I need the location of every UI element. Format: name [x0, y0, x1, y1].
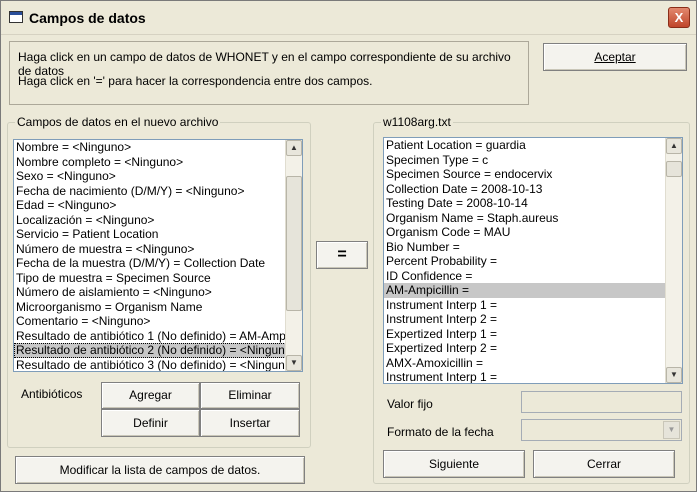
list-item[interactable]: Instrument Interp 1 = [384, 298, 682, 313]
campos-de-datos-dialog: Campos de datos X Haga click en un campo… [0, 0, 697, 492]
list-item[interactable]: Specimen Type = c [384, 153, 682, 168]
window-icon [9, 11, 23, 23]
delete-button[interactable]: Eliminar [200, 382, 300, 409]
list-item[interactable]: Nombre = <Ninguno> [14, 140, 302, 155]
list-item[interactable]: Servicio = Patient Location [14, 227, 302, 242]
add-button[interactable]: Agregar [101, 382, 200, 409]
close-window-button[interactable]: X [668, 7, 690, 28]
list-item[interactable]: Organism Code = MAU [384, 225, 682, 240]
list-item[interactable]: Sexo = <Ninguno> [14, 169, 302, 184]
define-button[interactable]: Definir [101, 409, 200, 437]
chevron-down-icon[interactable]: ▼ [663, 421, 680, 439]
new-file-fields-title: Campos de datos en el nuevo archivo [15, 115, 221, 129]
list-item[interactable]: Número de muestra = <Ninguno> [14, 242, 302, 257]
scroll-up-icon[interactable]: ▲ [666, 138, 682, 154]
data-file-fields-items: Patient Location = guardia Specimen Type … [384, 138, 682, 383]
list-item[interactable]: Nombre completo = <Ninguno> [14, 155, 302, 170]
instructions-panel: Haga click en un campo de datos de WHONE… [9, 41, 529, 105]
list-item[interactable]: Comentario = <Ninguno> [14, 314, 302, 329]
new-file-fields-list[interactable]: Nombre = <Ninguno> Nombre completo = <Nin… [13, 139, 303, 372]
list-item[interactable]: Tipo de muestra = Specimen Source [14, 271, 302, 286]
list-item[interactable]: Instrument Interp 1 = [384, 370, 682, 383]
list-item[interactable]: Fecha de la muestra (D/M/Y) = Collection… [14, 256, 302, 271]
list-item[interactable]: Número de aislamiento = <Ninguno> [14, 285, 302, 300]
list-item[interactable]: Patient Location = guardia [384, 138, 682, 153]
list-item[interactable]: Expertized Interp 1 = [384, 327, 682, 342]
antibiotics-label: Antibióticos [21, 387, 83, 401]
list-item[interactable]: Localización = <Ninguno> [14, 213, 302, 228]
list-item[interactable]: Resultado de antibiótico 1 (No definido)… [14, 329, 302, 344]
map-equals-label: = [337, 246, 347, 263]
list-item[interactable]: Microorganismo = Organism Name [14, 300, 302, 315]
close-button-label: Cerrar [586, 457, 621, 471]
list-item[interactable]: Resultado de antibiótico 2 (No definido)… [14, 343, 302, 358]
list-item[interactable]: Fecha de nacimiento (D/M/Y) = <Ninguno> [14, 184, 302, 199]
list-item[interactable]: Percent Probability = [384, 254, 682, 269]
accept-button-label: Aceptar [594, 50, 636, 64]
accept-button[interactable]: Aceptar [543, 43, 687, 71]
list-item[interactable]: Organism Name = Staph.aureus [384, 211, 682, 226]
add-button-label: Agregar [129, 388, 172, 402]
insert-button-label: Insertar [229, 416, 271, 430]
list-item[interactable]: Instrument Interp 2 = [384, 312, 682, 327]
data-file-fields-scrollbar[interactable]: ▲ ▼ [665, 138, 682, 383]
scroll-thumb[interactable] [286, 176, 302, 311]
fixed-value-label: Valor fijo [387, 397, 433, 411]
map-equals-button[interactable]: = [316, 241, 368, 269]
list-item[interactable]: Edad = <Ninguno> [14, 198, 302, 213]
scroll-up-icon[interactable]: ▲ [286, 140, 302, 156]
list-item[interactable]: Bio Number = [384, 240, 682, 255]
date-format-select[interactable]: ▼ [521, 419, 682, 441]
scroll-thumb[interactable] [666, 161, 682, 177]
list-item[interactable]: Expertized Interp 2 = [384, 341, 682, 356]
new-file-fields-items: Nombre = <Ninguno> Nombre completo = <Nin… [14, 140, 302, 372]
list-item[interactable]: Testing Date = 2008-10-14 [384, 196, 682, 211]
define-button-label: Definir [133, 416, 168, 430]
close-button[interactable]: Cerrar [533, 450, 675, 478]
next-button[interactable]: Siguiente [383, 450, 525, 478]
list-item[interactable]: AM-Ampicillin = [384, 283, 682, 298]
window-title: Campos de datos [29, 10, 146, 26]
modify-fields-list-button[interactable]: Modificar la lista de campos de datos. [15, 456, 305, 484]
date-format-label: Formato de la fecha [387, 425, 494, 439]
list-item[interactable]: Specimen Source = endocervix [384, 167, 682, 182]
data-file-name: w1108arg.txt [381, 115, 453, 129]
scroll-down-icon[interactable]: ▼ [286, 355, 302, 371]
scroll-down-icon[interactable]: ▼ [666, 367, 682, 383]
new-file-fields-scrollbar[interactable]: ▲ ▼ [285, 140, 302, 371]
list-item[interactable]: AMX-Amoxicillin = [384, 356, 682, 371]
list-item[interactable]: Resultado de antibiótico 3 (No definido)… [14, 358, 302, 372]
data-file-fields-list[interactable]: Patient Location = guardia Specimen Type … [383, 137, 683, 384]
instructions-line-2: Haga click en '=' para hacer la correspo… [18, 74, 373, 88]
fixed-value-field[interactable] [521, 391, 682, 413]
next-button-label: Siguiente [428, 457, 480, 471]
list-item[interactable]: Collection Date = 2008-10-13 [384, 182, 682, 197]
list-item[interactable]: ID Confidence = [384, 269, 682, 284]
insert-button[interactable]: Insertar [200, 409, 300, 437]
title-bar: Campos de datos X [1, 1, 696, 35]
modify-fields-list-label: Modificar la lista de campos de datos. [59, 463, 261, 477]
delete-button-label: Eliminar [228, 388, 272, 402]
